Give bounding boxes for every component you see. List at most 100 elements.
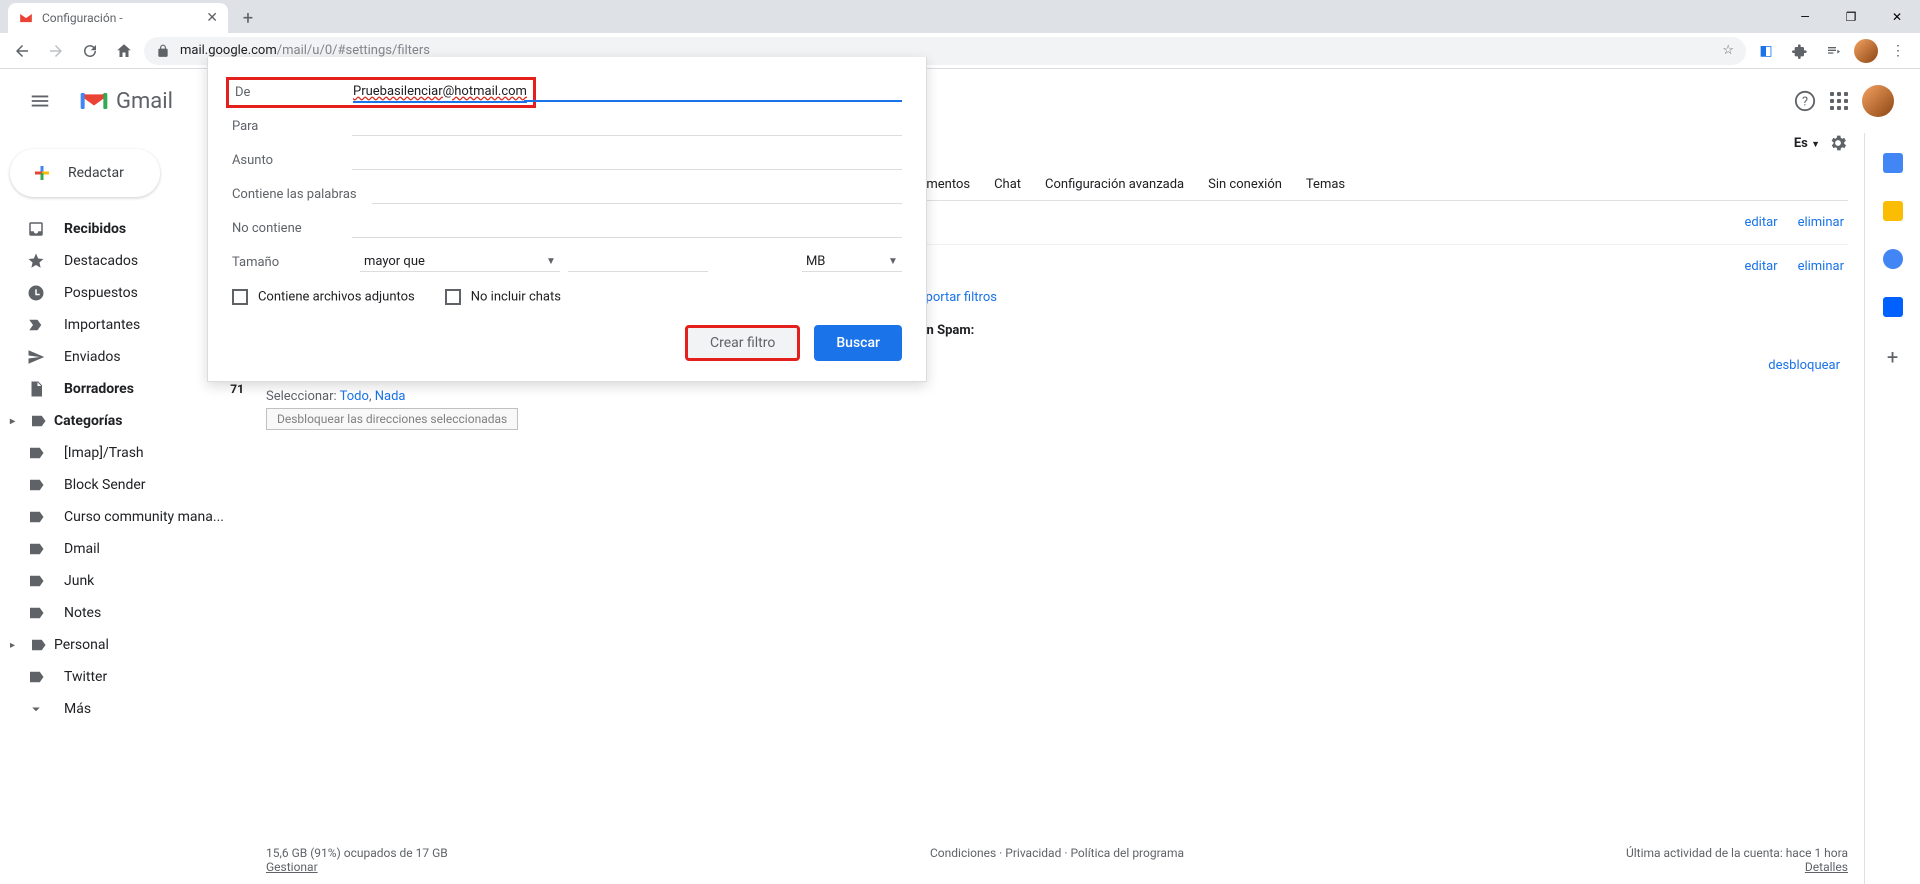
haswords-input[interactable]: [372, 184, 902, 204]
sidebar-item-label: Destacados: [64, 253, 138, 269]
browser-menu-icon[interactable]: ⋮: [1884, 37, 1912, 65]
playlist-icon[interactable]: [1820, 37, 1848, 65]
subject-label: Asunto: [232, 153, 352, 168]
extensions-puzzle-icon[interactable]: [1786, 37, 1814, 65]
sidebar-item-dmail[interactable]: Dmail: [0, 533, 256, 565]
sidebar-item-label: Block Sender: [64, 477, 146, 493]
to-label: Para: [232, 119, 352, 134]
back-button[interactable]: [8, 37, 36, 65]
language-dropdown[interactable]: Es ▼: [1794, 136, 1820, 151]
to-input[interactable]: [352, 116, 902, 136]
sidebar-item-twitter[interactable]: Twitter: [0, 661, 256, 693]
chevron-down-icon: ▼: [546, 256, 556, 267]
gmail-logo[interactable]: Gmail: [78, 89, 173, 114]
footer-terms[interactable]: Condiciones · Privacidad · Política del …: [930, 846, 1184, 860]
haswords-label: Contiene las palabras: [232, 187, 372, 202]
main-menu-icon[interactable]: [16, 77, 64, 125]
nothas-label: No contiene: [232, 221, 352, 236]
compose-label: Redactar: [68, 165, 124, 181]
account-avatar[interactable]: [1862, 85, 1894, 117]
maximize-button[interactable]: ❐: [1828, 0, 1874, 33]
select-row: Seleccionar: Todo, Nada Desbloquear las …: [266, 383, 1848, 436]
delete-filter-link[interactable]: eliminar: [1798, 259, 1844, 274]
filter-checks-row: Contiene archivos adjuntos No incluir ch…: [232, 279, 902, 305]
forward-button[interactable]: [42, 37, 70, 65]
unblock-link[interactable]: desbloquear: [1768, 358, 1840, 373]
keep-icon[interactable]: [1883, 201, 1903, 221]
edit-filter-link[interactable]: editar: [1744, 259, 1777, 274]
sidebar-item-label: Curso community mana...: [64, 509, 224, 525]
gmail-m-icon: [78, 89, 110, 113]
draft-icon: [26, 380, 46, 398]
unblock-selected-button[interactable]: Desbloquear las direcciones seleccionada…: [266, 408, 518, 430]
dropbox-icon[interactable]: [1883, 297, 1903, 317]
add-addon-icon[interactable]: +: [1887, 345, 1898, 369]
sidebar-item-label: [Imap]/Trash: [64, 445, 144, 461]
size-value-input[interactable]: [568, 252, 708, 272]
bookmark-star-icon[interactable]: ☆: [1722, 43, 1734, 58]
nothas-input[interactable]: [352, 218, 902, 238]
tab-chat[interactable]: Chat: [994, 177, 1021, 192]
create-filter-button[interactable]: Crear filtro: [685, 325, 800, 361]
sidebar-item-label: Notes: [64, 605, 101, 621]
sidebar-item--imap-trash[interactable]: [Imap]/Trash: [0, 437, 256, 469]
close-window-button[interactable]: ✕: [1874, 0, 1920, 33]
search-filter-button[interactable]: Buscar: [814, 325, 902, 361]
window-controls: — ❐ ✕: [1782, 0, 1920, 33]
tasks-icon[interactable]: [1883, 249, 1903, 269]
sidebar-item-label: Importantes: [64, 317, 140, 333]
filter-from-row: De Pruebasilenciar@hotmail.com: [232, 75, 902, 109]
from-input[interactable]: Pruebasilenciar@hotmail.com: [353, 82, 527, 103]
details-link[interactable]: Detalles: [1626, 860, 1848, 874]
tab-offline[interactable]: Sin conexión: [1208, 177, 1282, 192]
size-op-select[interactable]: mayor que▼: [360, 252, 560, 272]
sidebar-item-m-s[interactable]: Más: [0, 693, 256, 725]
chevron-down-icon: ▼: [888, 256, 898, 267]
label-icon: [26, 476, 46, 494]
sidebar-item-block-sender[interactable]: Block Sender: [0, 469, 256, 501]
select-none-link[interactable]: Nada: [375, 389, 406, 404]
gear-icon[interactable]: [1828, 133, 1848, 153]
home-button[interactable]: [110, 37, 138, 65]
subject-input[interactable]: [352, 150, 902, 170]
no-chats-checkbox[interactable]: No incluir chats: [445, 289, 561, 305]
calendar-icon[interactable]: [1883, 153, 1903, 173]
manage-link[interactable]: Gestionar: [266, 860, 448, 874]
sidebar-item-label: Pospuestos: [64, 285, 138, 301]
compose-button[interactable]: Redactar: [10, 149, 160, 197]
close-tab-icon[interactable]: ✕: [206, 10, 218, 26]
delete-filter-link[interactable]: eliminar: [1798, 215, 1844, 230]
right-rail: +: [1864, 133, 1920, 884]
svg-text:?: ?: [1802, 95, 1808, 110]
help-icon[interactable]: ?: [1794, 90, 1816, 112]
plus-icon: [30, 161, 54, 185]
tab-advanced[interactable]: Configuración avanzada: [1045, 177, 1184, 192]
label-icon: [26, 668, 46, 686]
minimize-button[interactable]: —: [1782, 0, 1828, 33]
sidebar-item-categor-as[interactable]: ▸Categorías: [0, 405, 256, 437]
edit-filter-link[interactable]: editar: [1744, 215, 1777, 230]
reload-button[interactable]: [76, 37, 104, 65]
lock-icon: [156, 44, 170, 58]
sidebar-item-notes[interactable]: Notes: [0, 597, 256, 629]
label-icon: [26, 540, 46, 558]
new-tab-button[interactable]: +: [234, 4, 262, 32]
from-input-ext[interactable]: [524, 82, 902, 102]
tab-themes[interactable]: Temas: [1306, 177, 1345, 192]
sidebar-item-junk[interactable]: Junk: [0, 565, 256, 597]
sidebar-item-personal[interactable]: ▸Personal: [0, 629, 256, 661]
select-all-link[interactable]: Todo: [340, 389, 369, 404]
size-unit-select[interactable]: MB▼: [802, 252, 902, 272]
activity-text: Última actividad de la cuenta: hace 1 ho…: [1626, 846, 1848, 860]
from-label: De: [235, 85, 353, 100]
has-attachment-checkbox[interactable]: Contiene archivos adjuntos: [232, 289, 415, 305]
sidebar-item-label: Dmail: [64, 541, 100, 557]
profile-avatar[interactable]: [1854, 39, 1878, 63]
google-apps-icon[interactable]: [1830, 92, 1848, 110]
clock-icon: [26, 284, 46, 302]
browser-tab[interactable]: Configuración - ✕: [8, 3, 228, 33]
extension-icon[interactable]: ◧: [1752, 37, 1780, 65]
sidebar-item-curso-community-mana-[interactable]: Curso community mana...: [0, 501, 256, 533]
chevron-right-icon: ▸: [10, 640, 22, 651]
label-icon: [26, 508, 46, 526]
